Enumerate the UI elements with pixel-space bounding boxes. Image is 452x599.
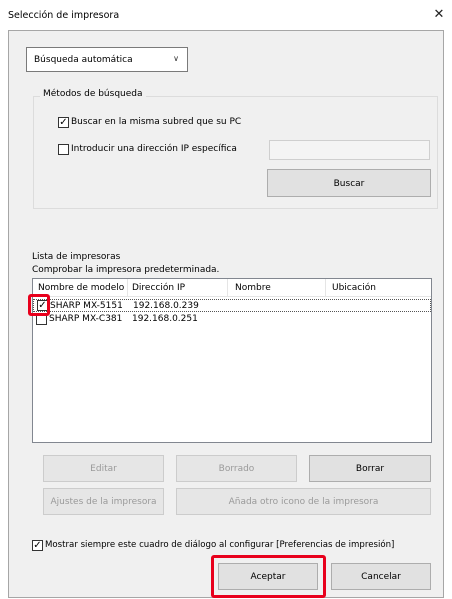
printer-list-title: Lista de impresoras — [32, 252, 121, 262]
delete-button[interactable]: Borrar — [309, 455, 431, 482]
search-mode-value: Búsqueda automática — [34, 55, 133, 65]
column-header-name[interactable]: Nombre — [235, 283, 271, 293]
close-icon[interactable]: ✕ — [432, 8, 446, 22]
table-row[interactable]: SHARP MX-C381 192.168.0.251 — [33, 313, 431, 326]
printer-list-subtitle: Comprobar la impresora predeterminada. — [32, 265, 220, 275]
always-show-checkbox[interactable]: ✓ — [32, 540, 43, 551]
checkmark-icon: ✓ — [59, 117, 68, 128]
list-header: Nombre de modelo Dirección IP Nombre Ubi… — [33, 279, 431, 297]
add-printer-icon-button[interactable]: Añada otro icono de la impresora — [176, 488, 431, 515]
cancel-button[interactable]: Cancelar — [331, 563, 431, 590]
column-header-location[interactable]: Ubicación — [332, 283, 376, 293]
highlight-box — [211, 555, 326, 598]
printer-ip: 192.168.0.239 — [133, 301, 199, 311]
edit-button[interactable]: Editar — [43, 455, 164, 482]
column-divider[interactable] — [227, 279, 228, 297]
column-divider[interactable] — [127, 279, 128, 297]
search-mode-dropdown[interactable]: Búsqueda automática ∨ — [26, 47, 188, 72]
column-divider[interactable] — [325, 279, 326, 297]
same-subnet-checkbox[interactable]: ✓ — [58, 117, 69, 128]
printer-model: SHARP MX-5151 — [50, 301, 123, 311]
highlight-box — [28, 294, 50, 316]
search-button[interactable]: Buscar — [267, 169, 431, 197]
always-show-label[interactable]: Mostrar siempre este cuadro de diálogo a… — [45, 540, 394, 550]
column-header-model[interactable]: Nombre de modelo — [38, 283, 124, 293]
chevron-down-icon: ∨ — [173, 54, 179, 63]
checkmark-icon: ✓ — [33, 540, 42, 551]
printer-list[interactable]: Nombre de modelo Dirección IP Nombre Ubi… — [32, 278, 432, 443]
delete-disabled-button[interactable]: Borrado — [176, 455, 297, 482]
same-subnet-label[interactable]: Buscar en la misma subred que su PC — [71, 117, 241, 127]
title-bar: Selección de impresora ✕ — [0, 0, 452, 30]
printer-ip: 192.168.0.251 — [132, 314, 198, 324]
table-row[interactable]: ✓ SHARP MX-5151 192.168.0.239 — [33, 299, 431, 312]
search-methods-label: Métodos de búsqueda — [40, 89, 146, 99]
column-header-ip[interactable]: Dirección IP — [132, 283, 185, 293]
window-title: Selección de impresora — [8, 10, 120, 21]
printer-model: SHARP MX-C381 — [49, 314, 123, 324]
ip-address-field[interactable] — [269, 140, 430, 160]
specific-ip-checkbox[interactable] — [58, 144, 69, 155]
specific-ip-label[interactable]: Introducir una dirección IP específica — [71, 144, 237, 154]
printer-settings-button[interactable]: Ajustes de la impresora — [43, 488, 164, 515]
